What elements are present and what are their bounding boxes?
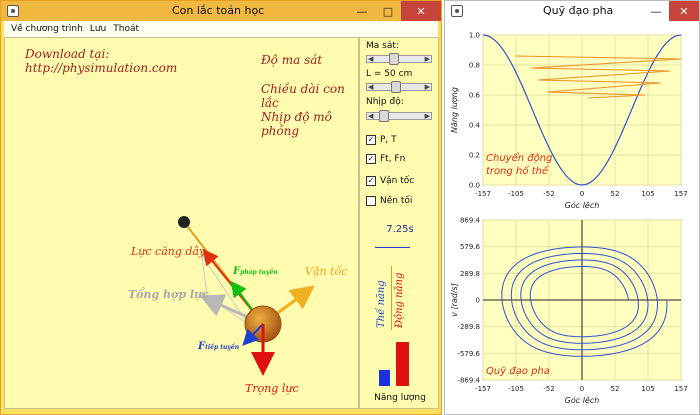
menu-exit[interactable]: Thoát bbox=[113, 24, 139, 34]
x-axis-label: Góc lệch bbox=[565, 395, 600, 405]
length-slider[interactable]: ◀ ▶ bbox=[366, 81, 432, 93]
x-tick-label: 0 bbox=[580, 385, 584, 393]
time-display: 7.25s bbox=[386, 224, 414, 235]
menu-about[interactable]: Về chương trình bbox=[11, 24, 83, 34]
potential-energy-bar bbox=[379, 369, 390, 386]
x-tick-label: -52 bbox=[543, 190, 554, 198]
plot-annotation: trong hố thế bbox=[486, 164, 550, 177]
y-tick-label: 0.8 bbox=[469, 62, 480, 70]
x-tick-label: -157 bbox=[475, 385, 491, 393]
pivot bbox=[178, 216, 190, 228]
x-tick-label: 0 bbox=[580, 190, 584, 198]
kinetic-energy-bar bbox=[396, 342, 409, 386]
checkbox-ft-fn[interactable]: ✓ Ft, Fn bbox=[366, 154, 405, 164]
y-tick-label: 0.2 bbox=[469, 152, 480, 160]
x-tick-label: 52 bbox=[611, 385, 620, 393]
x-tick-label: 52 bbox=[611, 190, 620, 198]
y-tick-label: -869.4 bbox=[457, 377, 480, 385]
x-tick-label: 157 bbox=[674, 190, 687, 198]
minimize-button[interactable]: — bbox=[643, 1, 669, 21]
potential-label: Thế năng bbox=[376, 280, 387, 328]
y-tick-label: 0.4 bbox=[469, 122, 481, 130]
check-icon[interactable]: ✓ bbox=[366, 176, 376, 186]
close-button[interactable]: ✕ bbox=[401, 1, 441, 21]
pendulum-window: Con lắc toán học — □ ✕ Về chương trình L… bbox=[0, 0, 442, 415]
tangent-force-label: Ftiếp tuyến bbox=[198, 341, 240, 352]
y-tick-label: 1.0 bbox=[469, 32, 480, 40]
normal-force-label: Fpháp tuyến bbox=[233, 266, 278, 277]
y-tick-label: 579.6 bbox=[460, 243, 481, 251]
y-axis-label: Năng lượng bbox=[450, 87, 459, 133]
energy-divider bbox=[391, 266, 392, 330]
y-tick-label: 289.8 bbox=[460, 270, 480, 278]
rate-label: Nhịp độ: bbox=[366, 97, 404, 107]
y-tick-label: -579.6 bbox=[457, 350, 480, 358]
rate-slider[interactable]: ◀ ▶ bbox=[366, 110, 432, 122]
y-tick-label: -289.8 bbox=[457, 323, 480, 331]
x-axis-label: Góc lệch bbox=[565, 200, 600, 209]
window-title: Con lắc toán học bbox=[172, 4, 265, 17]
energy-plot: -157 -105 -52 0 52 105 157 0.0 0.2 0.4 0.6 0.8 1.0 Gó… bbox=[450, 32, 688, 211]
x-tick-label: 157 bbox=[674, 385, 687, 393]
y-tick-label: 869.4 bbox=[460, 217, 481, 225]
phase-plot: -157 -105 -52 0 52 105 157 869.4 579.6 289.8 0 -289… bbox=[450, 217, 688, 406]
kinetic-label: Động năng bbox=[394, 272, 405, 328]
check-icon[interactable]: ✓ bbox=[366, 135, 376, 145]
control-panel: Ma sát: ◀ ▶ L = 50 cm ◀ ▶ Nhịp độ: ◀ ▶ ✓ P, … bbox=[359, 37, 439, 409]
phase-window: Quỹ đạo pha — ✕ -157 -105 -52 0 52 105 157 0.0 0… bbox=[444, 0, 700, 415]
title-bar: Quỹ đạo pha — ✕ bbox=[445, 1, 699, 21]
maximize-button[interactable]: □ bbox=[375, 1, 401, 21]
window-title: Quỹ đạo pha bbox=[543, 4, 614, 17]
energy-plot-panel: -157 -105 -52 0 52 105 157 0.0 0.2 0.4 0.6 0.8 1.0 Gó… bbox=[448, 23, 697, 211]
pendulum-diagram bbox=[178, 216, 315, 376]
plot-annotation: Chuyển động bbox=[486, 151, 552, 164]
time-divider bbox=[375, 247, 410, 248]
y-tick-label: 0.6 bbox=[469, 92, 481, 100]
minimize-button[interactable]: — bbox=[349, 1, 375, 21]
checkbox-velocity[interactable]: ✓ Vận tốc bbox=[366, 176, 414, 186]
gravity-label: Trọng lực bbox=[245, 382, 299, 395]
friction-label: Ma sát: bbox=[366, 41, 399, 51]
y-tick-label: 0.0 bbox=[469, 182, 480, 190]
x-tick-label: -157 bbox=[475, 190, 491, 198]
length-label: L = 50 cm bbox=[366, 69, 413, 79]
menu-save[interactable]: Lưu bbox=[90, 24, 106, 34]
velocity-label: Vận tốc bbox=[305, 265, 348, 278]
x-tick-label: -105 bbox=[508, 385, 524, 393]
x-tick-label: -105 bbox=[508, 190, 524, 198]
close-button[interactable]: ✕ bbox=[669, 1, 699, 21]
checkbox-dark-bg[interactable]: Nền tối bbox=[366, 196, 412, 206]
phase-plot-panel: -157 -105 -52 0 52 105 157 869.4 579.6 289.8 0 -289… bbox=[448, 214, 697, 414]
title-bar: Con lắc toán học — □ ✕ bbox=[1, 1, 441, 21]
y-axis-label: v [rad/s] bbox=[450, 283, 459, 317]
x-tick-label: 105 bbox=[641, 385, 654, 393]
app-icon bbox=[451, 5, 463, 17]
x-tick-label: -52 bbox=[543, 385, 554, 393]
net-force-label: Tổng hợp lực bbox=[128, 288, 209, 301]
y-tick-label: 0 bbox=[476, 297, 480, 305]
tension-label: Lực căng dây bbox=[131, 245, 206, 258]
plot-annotation: Quỹ đạo pha bbox=[486, 366, 550, 377]
friction-slider[interactable]: ◀ ▶ bbox=[366, 53, 432, 65]
checkbox-pt[interactable]: ✓ P, T bbox=[366, 135, 397, 145]
menu-bar: Về chương trình Lưu Thoát bbox=[4, 21, 438, 37]
check-icon[interactable]: ✓ bbox=[366, 154, 376, 164]
simulation-area[interactable]: Download tại: http://physimulation.com Đ… bbox=[4, 37, 359, 409]
energy-label: Năng lượng bbox=[374, 393, 426, 403]
app-icon bbox=[7, 5, 19, 17]
x-tick-label: 105 bbox=[641, 190, 654, 198]
